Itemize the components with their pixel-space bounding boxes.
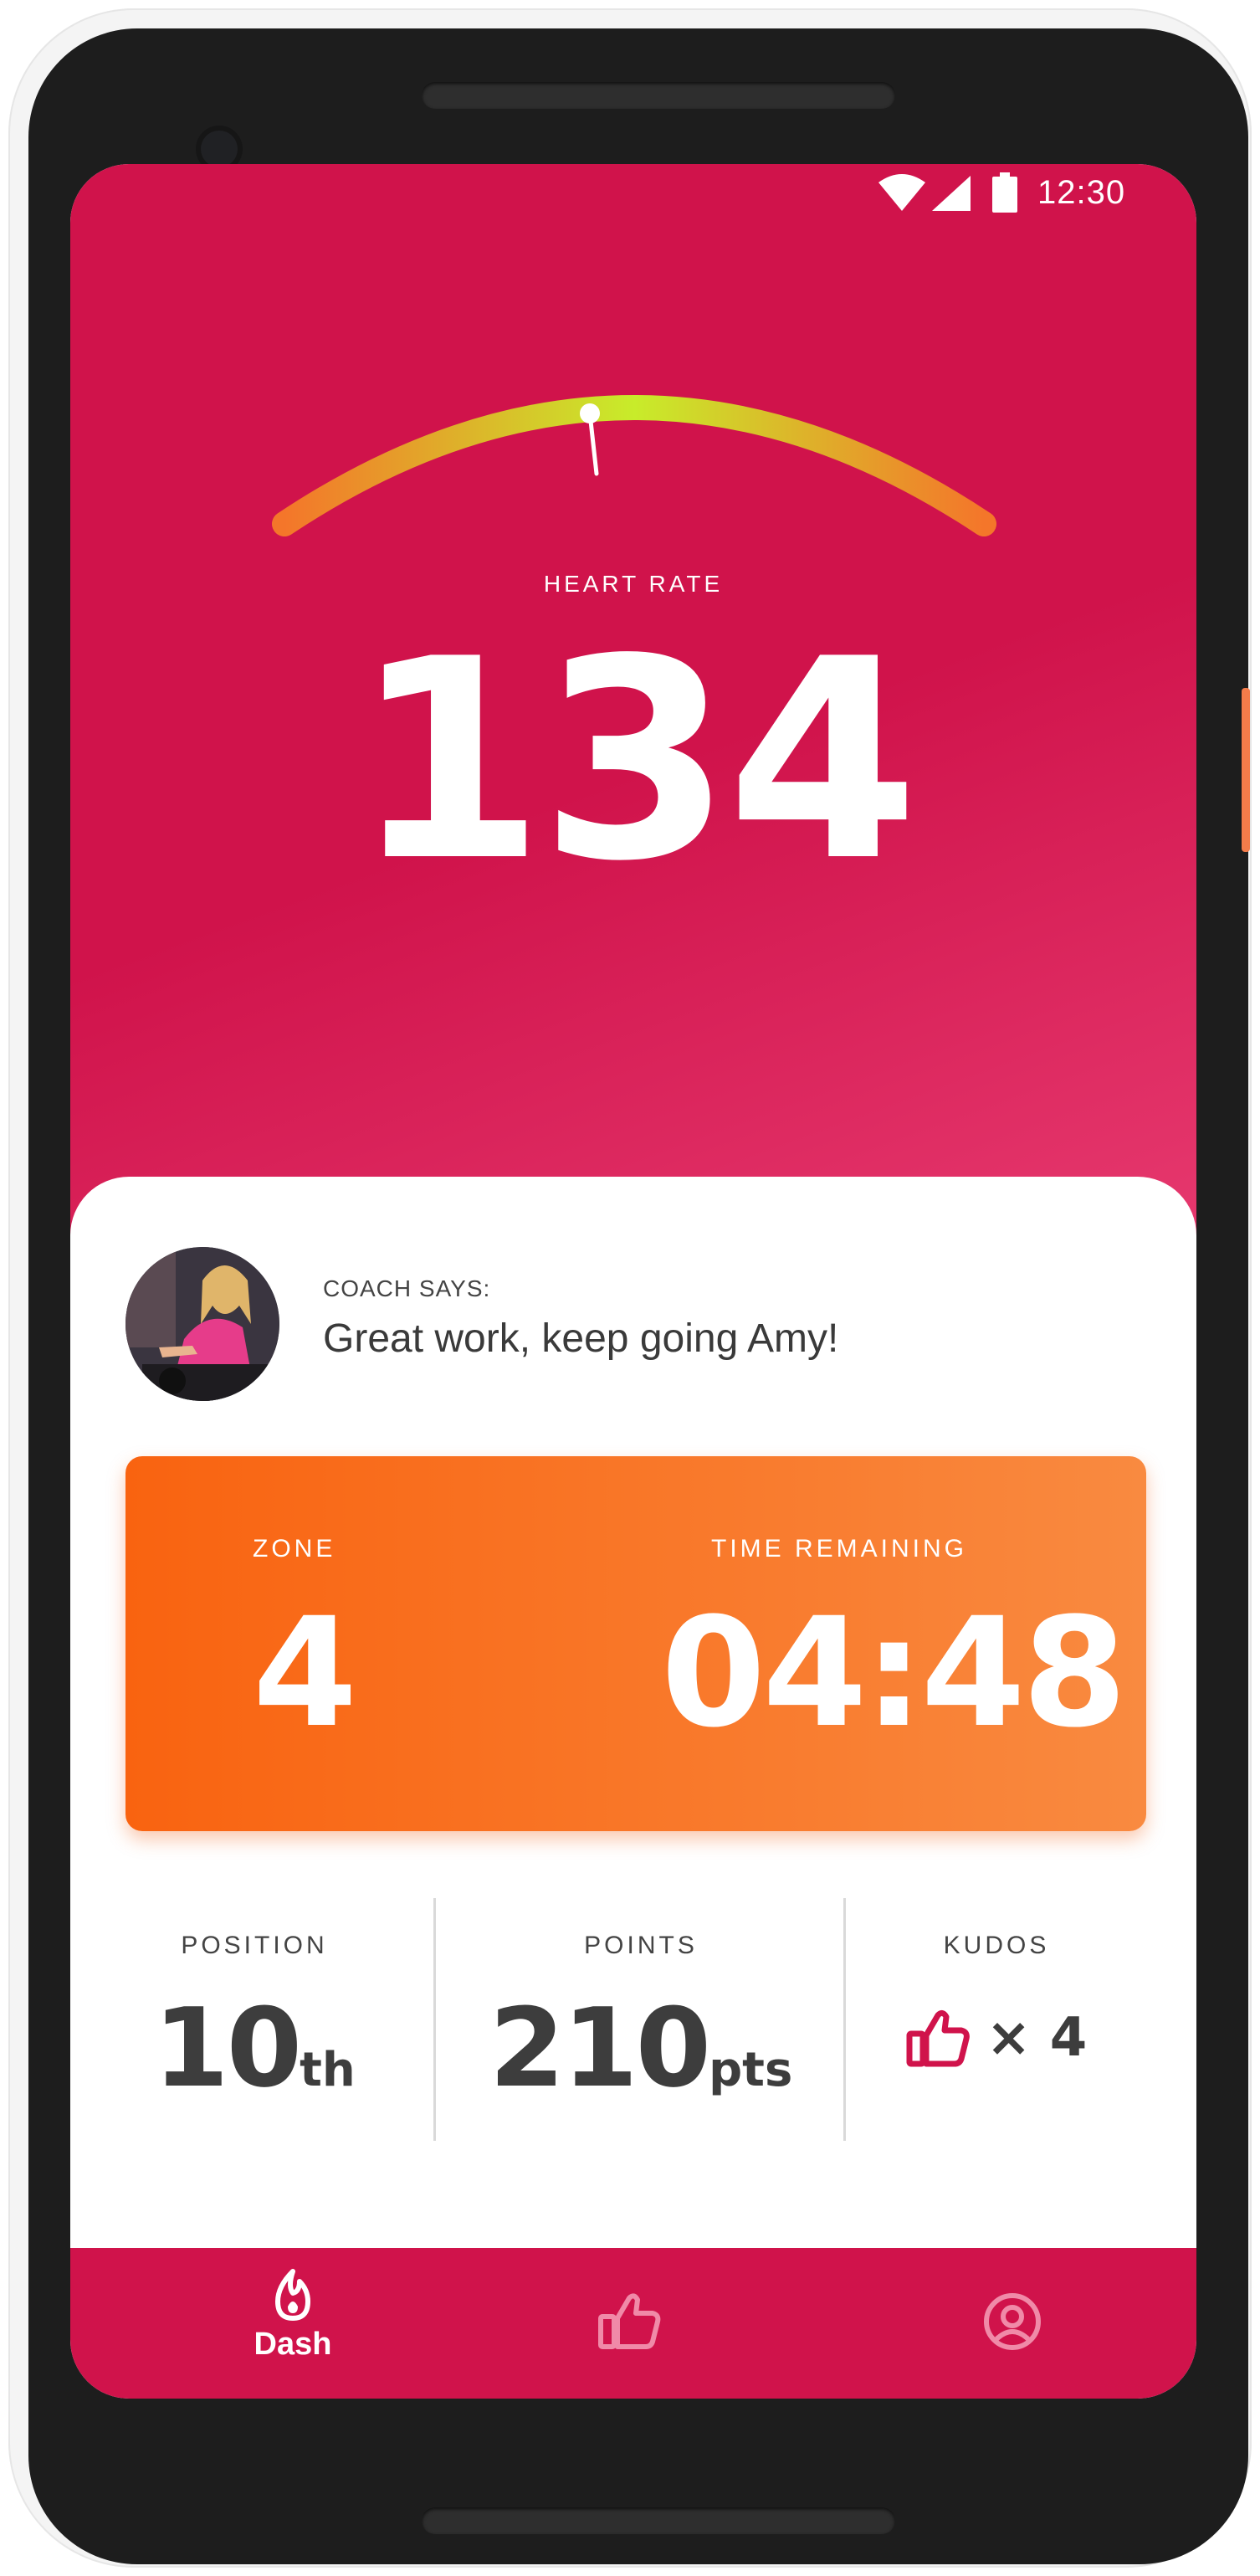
nav-dash-label: Dash: [254, 2327, 332, 2362]
stats-row: POSITION 10th POINTS 210pts KUDOS × 4: [70, 1898, 1196, 2141]
app-screen: 12:30 HEART RATE 134 COACH SAYS: Great w…: [70, 164, 1196, 2399]
heart-rate-panel: 12:30 HEART RATE 134: [70, 164, 1196, 1235]
coach-label: COACH SAYS:: [323, 1275, 491, 1301]
gauge-needle: [580, 403, 600, 476]
heart-rate-value: 134: [352, 600, 919, 921]
workout-card: COACH SAYS: Great work, keep going Amy! …: [70, 1177, 1196, 2265]
power-button: [1242, 688, 1250, 852]
thumbs-up-icon[interactable]: [906, 2009, 970, 2067]
heart-rate-label: HEART RATE: [543, 571, 724, 597]
points-value: 210pts: [436, 1994, 846, 2102]
position-suffix: th: [300, 2043, 356, 2097]
heart-rate-gauge: [272, 395, 996, 536]
zone-value: 4: [253, 1586, 358, 1761]
time-remaining-value: 04:48: [661, 1586, 1127, 1761]
kudos-count: × 4: [846, 2007, 1147, 2069]
battery-icon: [992, 172, 1017, 213]
wifi-icon: [878, 174, 925, 211]
nav-item-dash[interactable]: Dash: [218, 2268, 368, 2363]
profile-icon: [984, 2293, 1041, 2350]
bottom-speaker: [422, 2507, 895, 2534]
top-speaker: [422, 82, 895, 109]
kudos-label: KUDOS: [943, 1932, 1050, 1959]
zone-card: ZONE 4 TIME REMAINING 04:48: [125, 1456, 1146, 1831]
coach-message: Great work, keep going Amy!: [323, 1316, 839, 1361]
points-stat: POINTS 210pts: [436, 1898, 846, 2141]
position-value: 10th: [70, 1994, 438, 2102]
nav-item-profile[interactable]: [982, 2291, 1042, 2355]
kudos-stat: KUDOS × 4: [846, 1898, 1147, 2141]
flame-icon: [275, 2269, 310, 2321]
zone-label: ZONE: [253, 1535, 336, 1563]
points-label: POINTS: [584, 1932, 698, 1959]
time-remaining-label: TIME REMAINING: [711, 1535, 968, 1563]
status-bar: 12:30: [70, 164, 1196, 231]
position-number: 10: [153, 1984, 302, 2112]
position-label: POSITION: [181, 1932, 328, 1959]
signal-icon: [932, 176, 971, 211]
points-suffix: pts: [709, 2043, 793, 2097]
kudos-multiplier: × 4: [986, 2007, 1088, 2069]
bottom-navigation: Dash: [70, 2248, 1196, 2399]
status-time: 12:30: [1037, 174, 1126, 211]
coach-photo: [125, 1247, 279, 1401]
position-stat: POSITION 10th: [70, 1898, 438, 2141]
points-number: 210: [489, 1984, 711, 2112]
thumbs-up-icon: [598, 2293, 661, 2349]
nav-item-kudos[interactable]: [597, 2291, 661, 2353]
coach-avatar[interactable]: [125, 1247, 279, 1401]
